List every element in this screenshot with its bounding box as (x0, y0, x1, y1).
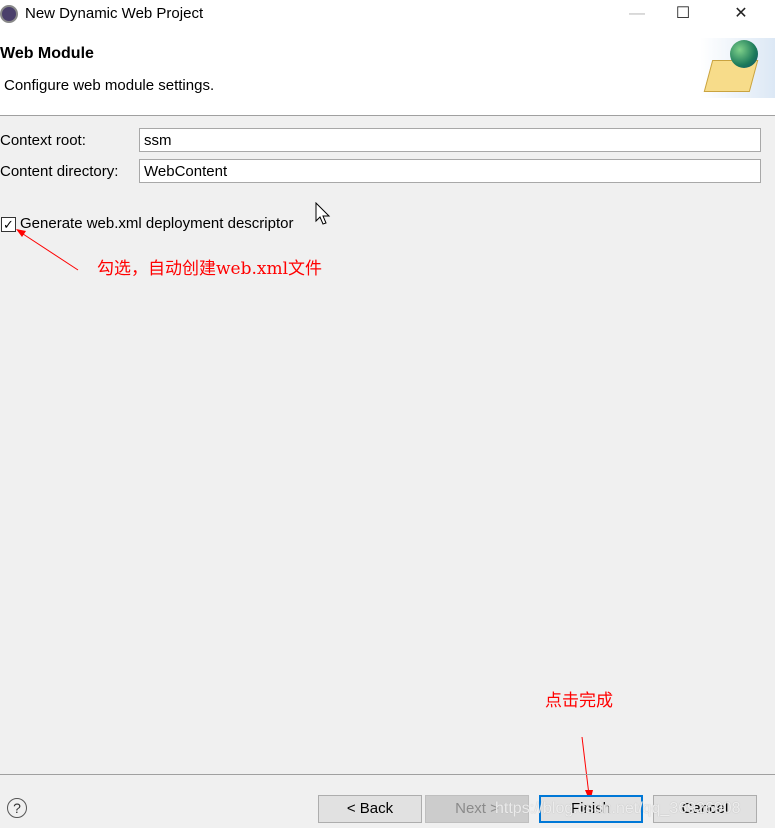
arrow-to-finish (581, 736, 590, 796)
help-icon[interactable]: ? (7, 798, 27, 818)
arrow-to-checkbox (19, 231, 79, 271)
footer-divider (0, 774, 775, 775)
watermark: https://blog.csdn.net/qq_36926908 (495, 800, 741, 817)
annotation-arrows (16, 229, 593, 802)
arrowhead-checkbox-icon (16, 229, 26, 237)
back-button[interactable]: < Back (318, 795, 422, 823)
